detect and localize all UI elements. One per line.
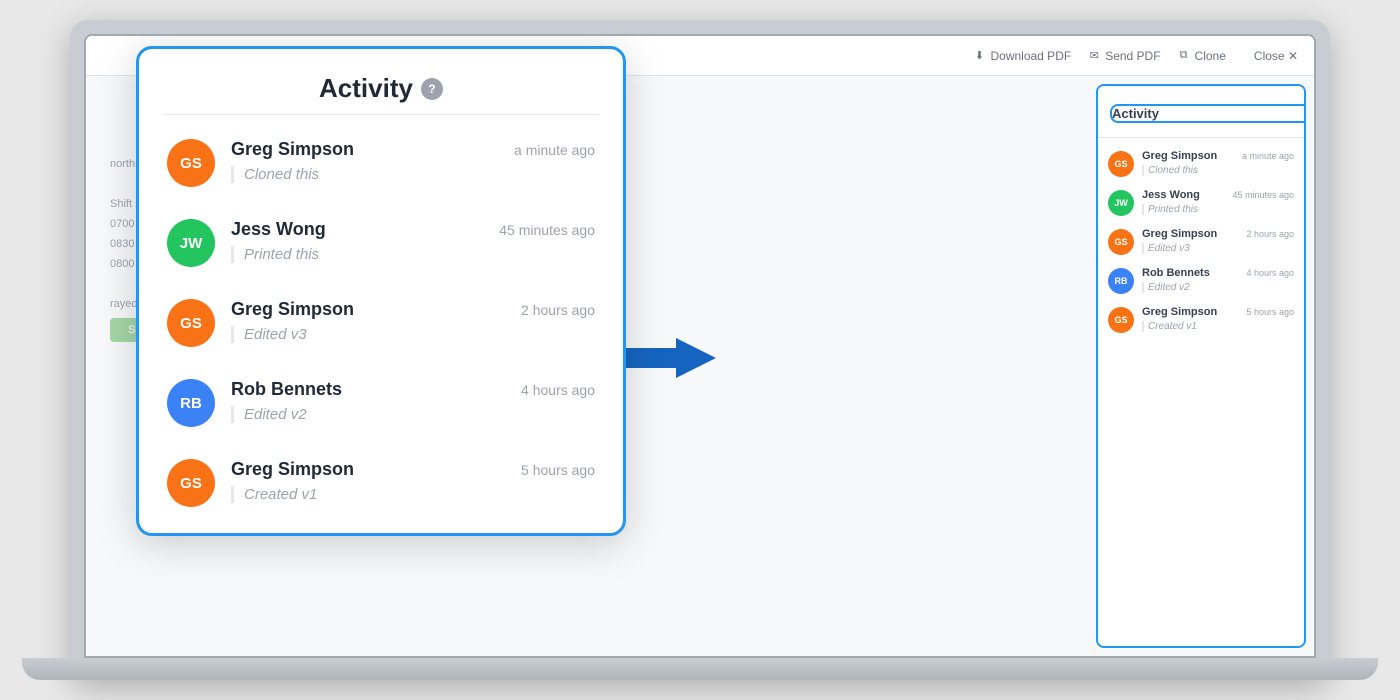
- user-name: Greg Simpson: [1142, 228, 1217, 240]
- avatar: JW: [1108, 190, 1134, 216]
- action-text: Created v1: [1142, 321, 1294, 332]
- list-item: JW Jess Wong 45 minutes ago Printed this: [1098, 183, 1304, 222]
- clone-button[interactable]: ⧉ Clone: [1177, 49, 1226, 63]
- user-name: Greg Simpson: [231, 299, 354, 320]
- laptop-shell: ⬇ Download PDF ✉ Send PDF ⧉ Clone Close …: [70, 20, 1330, 680]
- list-item: GS Greg Simpson a minute ago Cloned this: [139, 123, 623, 203]
- user-name: Jess Wong: [231, 219, 326, 240]
- timestamp: 45 minutes ago: [1232, 190, 1294, 200]
- timestamp: 5 hours ago: [521, 462, 595, 478]
- user-name: Rob Bennets: [231, 379, 342, 400]
- timestamp: a minute ago: [1242, 151, 1294, 161]
- avatar: RB: [167, 379, 215, 427]
- laptop-base: [22, 658, 1377, 680]
- small-activity-list: GS Greg Simpson a minute ago Cloned this…: [1098, 138, 1304, 646]
- list-item: GS Greg Simpson 5 hours ago Created v1: [139, 443, 623, 523]
- timestamp: 2 hours ago: [521, 302, 595, 318]
- arrow-indicator: [616, 333, 716, 388]
- list-item: JW Jess Wong 45 minutes ago Printed this: [139, 203, 623, 283]
- small-panel-title: Activity: [1110, 104, 1306, 123]
- avatar: GS: [1108, 151, 1134, 177]
- large-activity-list: GS Greg Simpson a minute ago Cloned this…: [139, 123, 623, 523]
- list-item: RB Rob Bennets 4 hours ago Edited v2: [1098, 261, 1304, 300]
- avatar: GS: [1108, 229, 1134, 255]
- large-help-icon[interactable]: ?: [421, 78, 443, 100]
- avatar: GS: [167, 299, 215, 347]
- send-icon: ✉: [1087, 49, 1101, 63]
- large-panel-title: Activity: [319, 73, 413, 104]
- screen-content: ⬇ Download PDF ✉ Send PDF ⧉ Clone Close …: [86, 36, 1314, 656]
- large-panel-divider: [163, 114, 599, 115]
- list-item: GS Greg Simpson a minute ago Cloned this: [1098, 144, 1304, 183]
- user-name: Greg Simpson: [231, 139, 354, 160]
- timestamp: 45 minutes ago: [499, 222, 595, 238]
- action-text: Cloned this: [231, 166, 595, 183]
- close-icon: ✕: [1288, 49, 1298, 63]
- user-name: Greg Simpson: [231, 459, 354, 480]
- avatar: GS: [167, 459, 215, 507]
- large-panel-header: Activity ?: [139, 49, 623, 114]
- avatar: RB: [1108, 268, 1134, 294]
- timestamp: 4 hours ago: [521, 382, 595, 398]
- action-text: Edited v3: [1142, 243, 1294, 254]
- user-name: Jess Wong: [1142, 189, 1200, 201]
- timestamp: 2 hours ago: [1246, 229, 1294, 239]
- download-pdf-button[interactable]: ⬇ Download PDF: [972, 49, 1071, 63]
- activity-panel-large: Activity ? GS Greg Simpson a minute ago …: [136, 46, 626, 536]
- user-name: Rob Bennets: [1142, 267, 1210, 279]
- action-text: Printed this: [1142, 204, 1294, 215]
- action-text: Edited v2: [1142, 282, 1294, 293]
- download-icon: ⬇: [972, 49, 986, 63]
- avatar: JW: [167, 219, 215, 267]
- list-item: GS Greg Simpson 2 hours ago Edited v3: [139, 283, 623, 363]
- avatar: GS: [1108, 307, 1134, 333]
- timestamp: 4 hours ago: [1246, 268, 1294, 278]
- action-text: Edited v2: [231, 406, 595, 423]
- laptop-screen: ⬇ Download PDF ✉ Send PDF ⧉ Clone Close …: [84, 34, 1316, 658]
- action-text: Edited v3: [231, 326, 595, 343]
- clone-icon: ⧉: [1177, 49, 1191, 63]
- list-item: GS Greg Simpson 2 hours ago Edited v3: [1098, 222, 1304, 261]
- timestamp: a minute ago: [514, 142, 595, 158]
- action-text: Created v1: [231, 486, 595, 503]
- small-panel-header: Activity ?: [1098, 86, 1304, 138]
- close-button[interactable]: Close ✕: [1254, 49, 1298, 63]
- activity-panel-small: Activity ? GS Greg Simpson a minute ago …: [1096, 84, 1306, 648]
- list-item: RB Rob Bennets 4 hours ago Edited v2: [139, 363, 623, 443]
- action-text: Printed this: [231, 246, 595, 263]
- user-name: Greg Simpson: [1142, 150, 1217, 162]
- timestamp: 5 hours ago: [1246, 307, 1294, 317]
- send-pdf-button[interactable]: ✉ Send PDF: [1087, 49, 1160, 63]
- action-text: Cloned this: [1142, 165, 1294, 176]
- list-item: GS Greg Simpson 5 hours ago Created v1: [1098, 300, 1304, 339]
- user-name: Greg Simpson: [1142, 306, 1217, 318]
- avatar: GS: [167, 139, 215, 187]
